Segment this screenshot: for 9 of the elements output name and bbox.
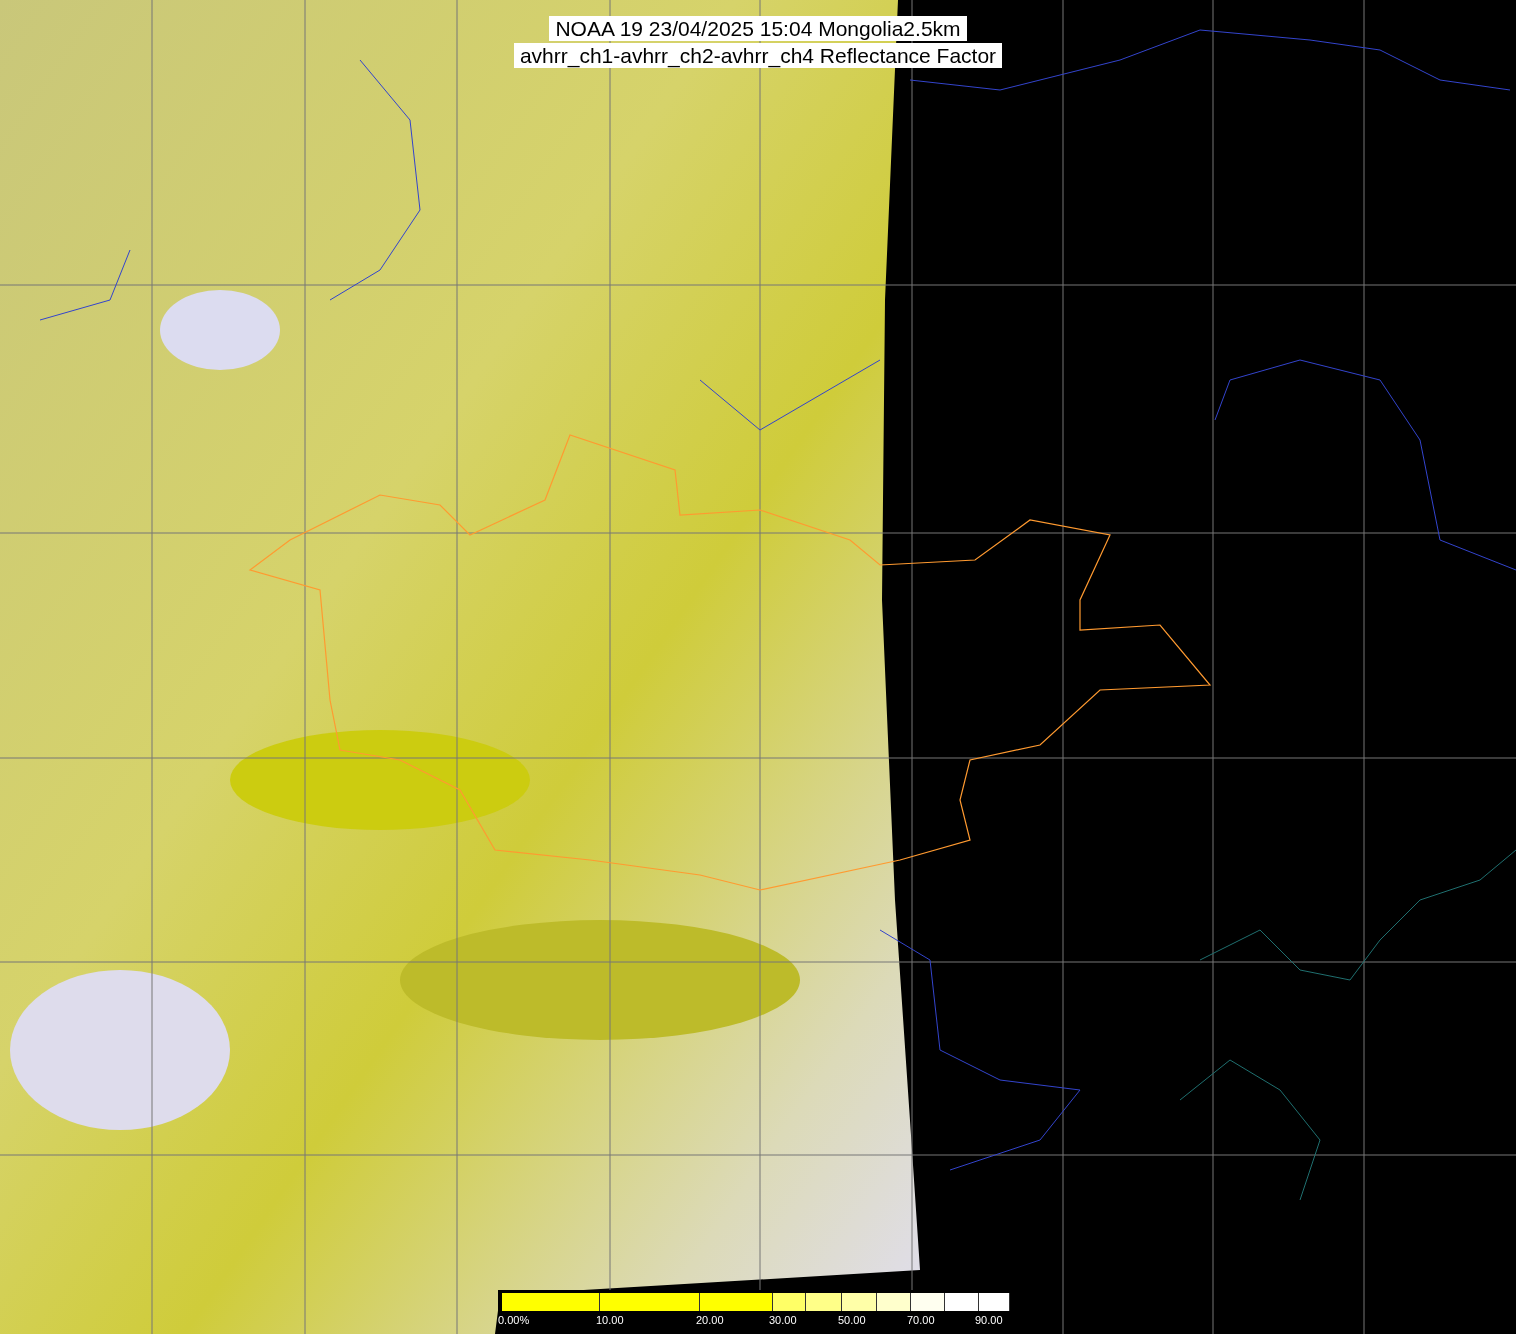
colorbar-label: 10.00 [596, 1314, 624, 1327]
colorbar-label: 0.00% [498, 1314, 530, 1327]
map-title: NOAA 19 23/04/2025 15:04 Mongolia2.5km [549, 16, 967, 41]
colorbar-label: 30.00 [769, 1314, 797, 1327]
colorbar-label: 20.00 [696, 1314, 724, 1327]
map-title: avhrr_ch1-avhrr_ch2-avhrr_ch4 Reflectance Factor [513, 43, 1003, 68]
colorbar-label: 50.00 [838, 1314, 866, 1327]
colorbar-label: 90.00 [975, 1314, 1003, 1327]
colorbar-label: 70.00 [907, 1314, 935, 1327]
